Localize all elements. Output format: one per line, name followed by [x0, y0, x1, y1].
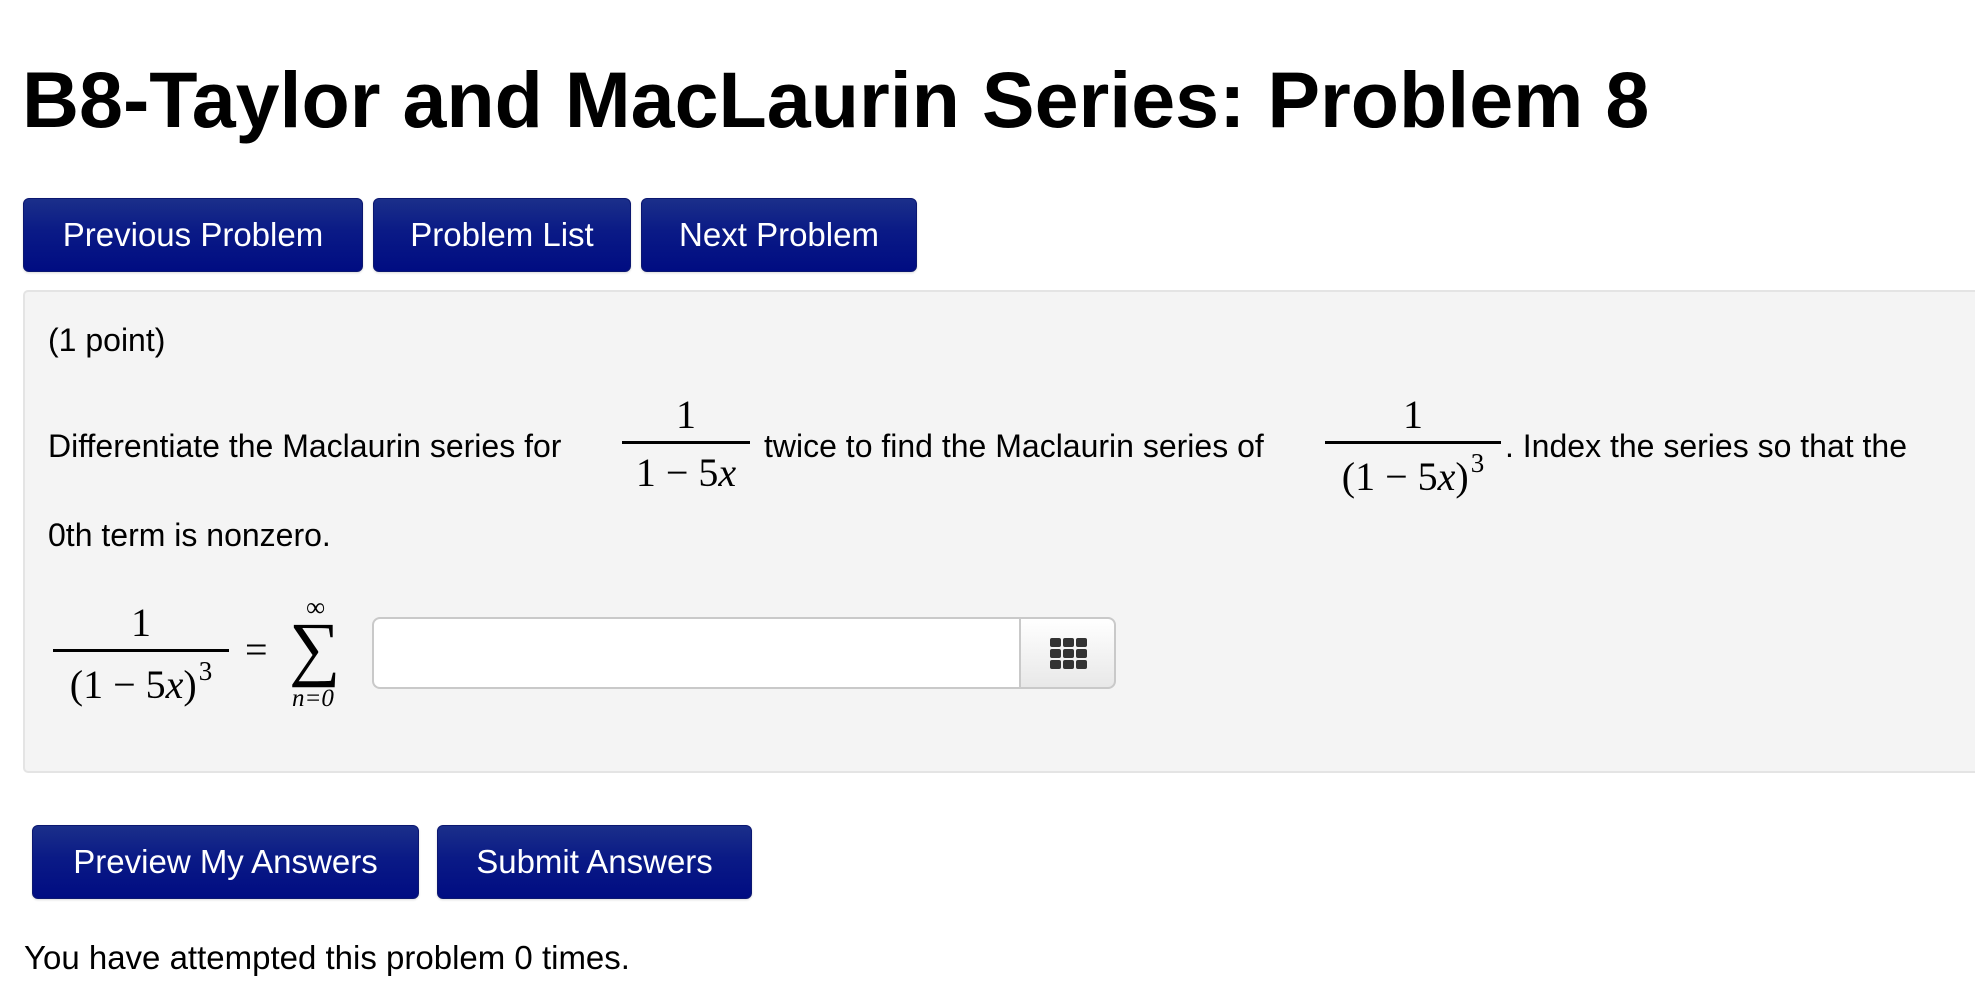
problem-text-part3: . Index the series so that the	[1505, 428, 1908, 464]
exponent: 3	[1470, 448, 1485, 478]
denominator-variable: x	[165, 662, 184, 707]
denominator-text: (1 − 5	[1341, 454, 1438, 499]
problem-list-button[interactable]: Problem List	[373, 198, 631, 272]
fraction-denominator: 1 − 5x	[622, 453, 750, 493]
denominator-variable: x	[1437, 454, 1456, 499]
fraction-bar	[53, 649, 229, 652]
sum-lower-limit: n=0	[292, 685, 334, 712]
fraction-1-over-1-minus-5x: 1 1 − 5x	[622, 395, 750, 495]
problem-text-part1: Differentiate the Maclaurin series for	[48, 428, 562, 464]
fraction-numerator: 1	[131, 600, 151, 645]
summation-symbol: ∑	[289, 608, 341, 688]
page-title: B8-Taylor and MacLaurin Series: Problem …	[22, 55, 1650, 144]
equals-sign: =	[245, 627, 268, 672]
fraction-numerator: 1	[676, 392, 696, 437]
preview-answers-button[interactable]: Preview My Answers	[32, 825, 419, 899]
answer-lhs-fraction: 1 (1 − 5x)3	[53, 603, 229, 718]
denominator-close-paren: )	[1455, 454, 1469, 499]
denominator-text: 1 − 5	[635, 450, 719, 495]
equation-keypad-button[interactable]	[1019, 617, 1116, 689]
problem-text-part4: 0th term is nonzero.	[48, 517, 331, 553]
exponent: 3	[198, 656, 213, 686]
fraction-bar	[1325, 441, 1501, 444]
problem-text-part2: twice to find the Maclaurin series of	[764, 428, 1264, 464]
fraction-denominator: (1 − 5x)3	[53, 658, 229, 707]
answer-input[interactable]	[372, 617, 1020, 689]
next-problem-button[interactable]: Next Problem	[641, 198, 917, 272]
denominator-variable: x	[718, 450, 737, 495]
points-label: (1 point)	[48, 322, 166, 358]
fraction-numerator: 1	[1403, 392, 1423, 437]
denominator-text: (1 − 5	[69, 662, 166, 707]
denominator-close-paren: )	[183, 662, 197, 707]
fraction-1-over-1-minus-5x-cubed: 1 (1 − 5x)3	[1325, 395, 1501, 505]
previous-problem-button[interactable]: Previous Problem	[23, 198, 363, 272]
fraction-bar	[622, 441, 750, 444]
attempts-status: You have attempted this problem 0 times.	[24, 939, 630, 976]
submit-answers-button[interactable]: Submit Answers	[437, 825, 752, 899]
keypad-grid-icon	[1050, 638, 1087, 669]
fraction-denominator: (1 − 5x)3	[1325, 450, 1501, 499]
